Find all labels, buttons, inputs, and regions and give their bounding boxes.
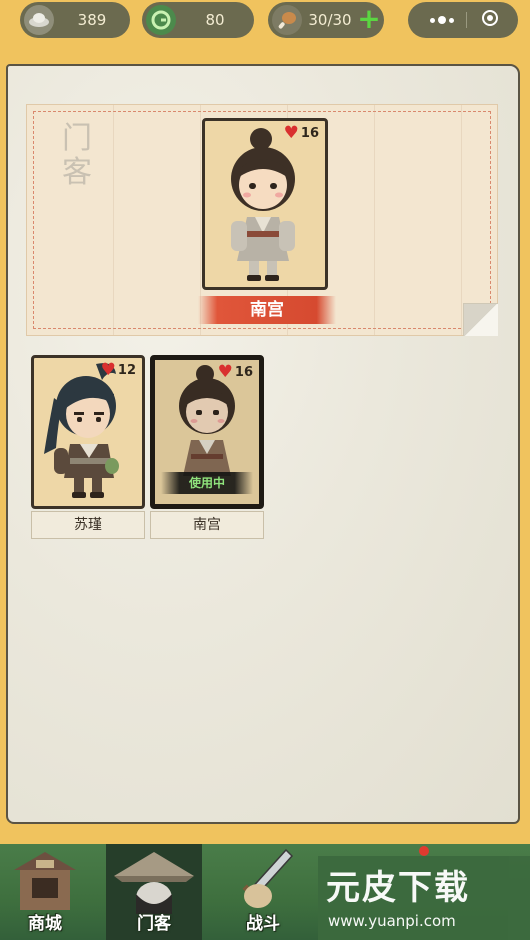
page-fold-corner (463, 303, 498, 336)
straw-hat-icon (114, 852, 194, 914)
food-counter[interactable]: 30/30 + (268, 2, 384, 38)
nav-battle-label: 战斗 (246, 914, 280, 934)
food-amount: 30/30 (308, 11, 352, 29)
top-bar: 389 80 30/30 + (0, 0, 530, 44)
jade-coin-icon (146, 5, 176, 35)
health-value: 12 (117, 363, 136, 378)
roster-name-nangong: 南宫 (150, 511, 264, 539)
guest-portrait (44, 363, 119, 498)
health-badge: ♥ 16 (218, 364, 253, 381)
watermark-url: www.yuanpi.com (328, 912, 456, 930)
drumstick-icon (272, 5, 302, 35)
jade-counter[interactable]: 80 (142, 2, 254, 38)
nav-guests-label: 门客 (137, 914, 171, 934)
heart-icon: ♥ (217, 362, 233, 382)
jade-amount: 80 (205, 11, 225, 29)
capsule-divider (466, 12, 467, 28)
sword-icon (242, 848, 294, 908)
health-value: 16 (300, 126, 319, 141)
roster-card-suji[interactable]: ♥ 12 (31, 355, 145, 509)
mini-program-capsule (408, 2, 518, 38)
nav-shop-label: 商城 (28, 914, 62, 934)
selected-guest-card[interactable]: ♥ 16 (202, 118, 328, 290)
silver-counter[interactable]: 389 (20, 2, 130, 38)
in-use-badge: 使用中 (161, 472, 253, 494)
watermark-title: 元皮下载 (326, 868, 470, 908)
heart-icon: ♥ (100, 360, 116, 380)
roster-name-suji: 苏瑾 (31, 511, 145, 539)
roster-card-nangong[interactable]: ♥ 16 使用中 (150, 355, 264, 509)
silver-amount: 389 (77, 11, 107, 29)
selected-guest-name: 南宫 (198, 296, 336, 324)
watermark-overlay: 元皮下载 www.yuanpi.com (318, 856, 530, 940)
close-target-icon[interactable] (482, 10, 498, 26)
health-badge: ♥ 16 (284, 125, 319, 142)
nav-battle[interactable]: 战斗 (218, 844, 308, 940)
panel-title: 门客 (62, 121, 92, 190)
plus-icon[interactable]: + (356, 5, 382, 33)
silver-ingot-icon (24, 5, 54, 35)
health-value: 16 (234, 365, 253, 380)
more-icon[interactable] (422, 2, 462, 38)
notification-dot (419, 846, 429, 856)
nav-shop[interactable]: 商城 (0, 844, 90, 940)
heart-icon: ♥ (283, 123, 299, 143)
nav-guests[interactable]: 门客 (106, 844, 202, 940)
health-badge: ♥ 12 (101, 362, 136, 379)
guest-portrait (231, 128, 295, 281)
shop-stall-icon (14, 852, 76, 910)
